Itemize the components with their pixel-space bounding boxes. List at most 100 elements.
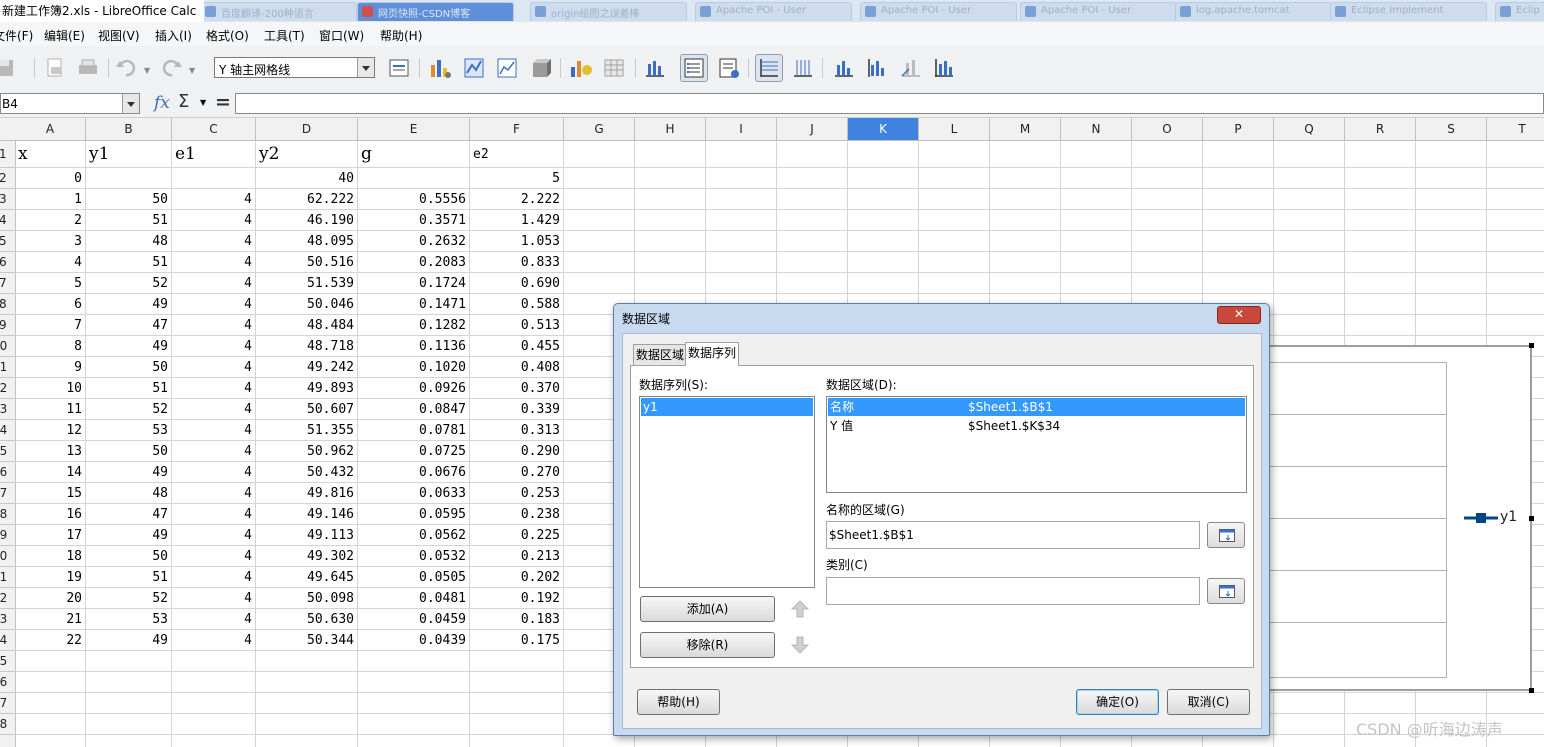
save-icon[interactable]: [0, 55, 18, 81]
ranges-list[interactable]: 名称 $Sheet1.$B$1 Y 值 $Sheet1.$K$34: [826, 396, 1247, 493]
row-header[interactable]: 24: [0, 630, 15, 651]
tab-data-series[interactable]: 数据序列: [685, 342, 740, 366]
sheet-cell[interactable]: 13: [15, 441, 82, 462]
undo-dropdown-icon[interactable]: ▼: [144, 66, 150, 75]
sheet-cell[interactable]: 11: [15, 399, 82, 420]
legend-settings-icon[interactable]: [716, 55, 742, 81]
horizontal-grids-icon[interactable]: [755, 54, 783, 82]
name-range-shrink-button[interactable]: [1207, 522, 1245, 548]
sheet-cell[interactable]: 0.0505: [358, 567, 466, 588]
add-series-button[interactable]: 添加(A): [640, 596, 775, 622]
sheet-cell[interactable]: 4: [172, 504, 252, 525]
chart-3d-icon[interactable]: [527, 55, 553, 81]
export-pdf-icon[interactable]: [42, 55, 68, 81]
sheet-cell[interactable]: 50.962: [256, 441, 354, 462]
row-header[interactable]: 26: [0, 672, 15, 693]
sheet-cell[interactable]: 46.190: [256, 210, 354, 231]
sheet-cell[interactable]: 4: [172, 609, 252, 630]
undo-icon[interactable]: [114, 55, 140, 81]
sheet-cell[interactable]: 50: [86, 189, 168, 210]
background-tab-2[interactable]: 网页快照-CSDN博客: [357, 2, 514, 21]
column-header[interactable]: G: [564, 118, 635, 140]
sheet-cell[interactable]: 4: [172, 336, 252, 357]
row-header[interactable]: 18: [0, 504, 15, 525]
row-header[interactable]: 7: [0, 273, 15, 294]
sheet-cell[interactable]: 49: [86, 462, 168, 483]
row-header[interactable]: 6: [0, 252, 15, 273]
chart-resize-handle[interactable]: [1529, 343, 1534, 348]
sheet-cell[interactable]: 4: [172, 546, 252, 567]
menu-edit[interactable]: 编辑(E): [44, 27, 85, 44]
sheet-cell[interactable]: 2: [15, 210, 82, 231]
sheet-cell[interactable]: 49.146: [256, 504, 354, 525]
function-wizard-icon[interactable]: fx: [154, 93, 170, 113]
sheet-cell[interactable]: 19: [15, 567, 82, 588]
column-header[interactable]: O: [1132, 118, 1203, 140]
sheet-cell[interactable]: 18: [15, 546, 82, 567]
sheet-cell[interactable]: 4: [172, 630, 252, 651]
chart-element-select[interactable]: Y 轴主网格线: [214, 57, 375, 78]
column-header[interactable]: P: [1203, 118, 1274, 140]
sheet-cell[interactable]: 0.2083: [358, 252, 466, 273]
background-tab-4[interactable]: Apache POI - User: [695, 2, 852, 21]
data-ranges-icon[interactable]: [568, 55, 594, 81]
background-tab-7[interactable]: log.apache.tomcat: [1175, 2, 1332, 21]
sheet-cell[interactable]: 50.516: [256, 252, 354, 273]
column-header[interactable]: K: [848, 118, 919, 140]
menu-tools[interactable]: 工具(T): [264, 27, 305, 44]
background-tab-6[interactable]: Apache POI - User: [1020, 2, 1177, 21]
redo-dropdown-icon[interactable]: ▼: [189, 66, 195, 75]
sheet-cell[interactable]: 47: [86, 504, 168, 525]
sheet-cell[interactable]: 52: [86, 399, 168, 420]
background-tab-3[interactable]: origin绘图之误差棒: [530, 2, 687, 21]
sheet-cell[interactable]: e2: [473, 141, 563, 168]
sheet-cell[interactable]: 4: [172, 462, 252, 483]
sheet-cell[interactable]: 49: [86, 630, 168, 651]
sheet-cell[interactable]: 0.0439: [358, 630, 466, 651]
sheet-cell[interactable]: 0.1020: [358, 357, 466, 378]
chevron-down-icon[interactable]: [357, 58, 374, 77]
categories-shrink-button[interactable]: [1207, 578, 1245, 604]
sheet-cell[interactable]: 1: [15, 189, 82, 210]
sheet-cell[interactable]: x: [18, 141, 85, 168]
column-header[interactable]: A: [15, 118, 86, 140]
insert-titles-icon[interactable]: [642, 55, 668, 81]
sheet-cell[interactable]: 5: [470, 168, 560, 189]
sheet-cell[interactable]: 0.213: [470, 546, 560, 567]
sheet-cell[interactable]: 4: [172, 588, 252, 609]
column-header[interactable]: C: [172, 118, 256, 140]
column-header[interactable]: F: [470, 118, 564, 140]
sheet-cell[interactable]: 49.113: [256, 525, 354, 546]
sheet-cell[interactable]: 0.225: [470, 525, 560, 546]
sheet-cell[interactable]: 0.175: [470, 630, 560, 651]
column-header[interactable]: J: [777, 118, 848, 140]
sheet-cell[interactable]: e1: [175, 141, 255, 168]
sum-dropdown-icon[interactable]: ▼: [200, 98, 206, 107]
sheet-cell[interactable]: 51: [86, 378, 168, 399]
sheet-cell[interactable]: 0.0595: [358, 504, 466, 525]
background-tab-8[interactable]: Eclipse Implement: [1330, 2, 1487, 21]
sheet-cell[interactable]: 49: [86, 294, 168, 315]
sheet-cell[interactable]: 0.455: [470, 336, 560, 357]
sheet-cell[interactable]: 7: [15, 315, 82, 336]
chart-resize-handle[interactable]: [1529, 516, 1534, 521]
sheet-cell[interactable]: 6: [15, 294, 82, 315]
sheet-cell[interactable]: 0.0847: [358, 399, 466, 420]
row-header[interactable]: 25: [0, 651, 15, 672]
name-range-input[interactable]: $Sheet1.$B$1: [826, 521, 1200, 549]
sheet-cell[interactable]: 0.3571: [358, 210, 466, 231]
row-header[interactable]: 28: [0, 714, 15, 735]
sheet-cell[interactable]: 4: [15, 252, 82, 273]
sheet-cell[interactable]: 40: [256, 168, 354, 189]
help-button[interactable]: 帮助(H): [637, 689, 720, 715]
sheet-cell[interactable]: 4: [172, 357, 252, 378]
chevron-down-icon[interactable]: [122, 94, 139, 113]
row-header[interactable]: 21: [0, 567, 15, 588]
sheet-cell[interactable]: 4: [172, 315, 252, 336]
menu-window[interactable]: 窗口(W): [319, 27, 364, 44]
sheet-cell[interactable]: 48.095: [256, 231, 354, 252]
sheet-cell[interactable]: 0.238: [470, 504, 560, 525]
row-header[interactable]: 11: [0, 357, 15, 378]
data-table-icon[interactable]: [601, 55, 627, 81]
sheet-cell[interactable]: 4: [172, 210, 252, 231]
